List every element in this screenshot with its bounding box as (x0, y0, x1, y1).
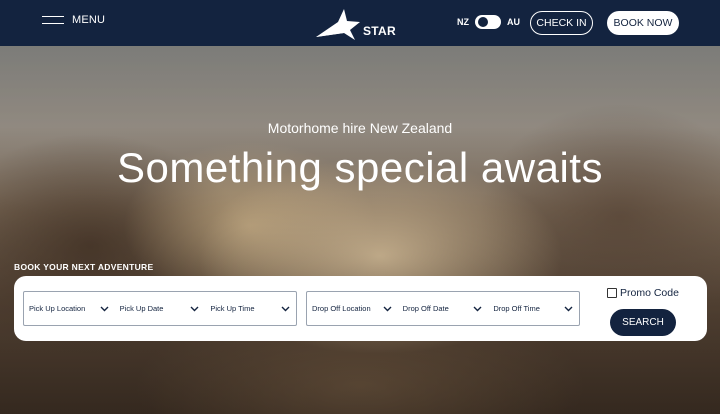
pickup-date-select[interactable]: Pick Up Date (115, 292, 206, 325)
pickup-time-label: Pick Up Time (210, 304, 255, 313)
region-switch: NZ AU (457, 15, 520, 29)
toggle-knob (478, 17, 488, 27)
logo-text: STAR (363, 24, 396, 38)
pickup-field-group: Pick Up Location Pick Up Date Pick Up Ti… (23, 291, 297, 326)
star-logo[interactable]: STAR (314, 8, 396, 40)
top-nav-bar: MENU STAR NZ AU CHECK IN BOOK NOW (0, 0, 720, 46)
chevron-down-icon (473, 306, 482, 311)
check-in-button[interactable]: CHECK IN (530, 11, 593, 35)
booking-widget: Pick Up Location Pick Up Date Pick Up Ti… (14, 276, 707, 341)
hero-section: Motorhome hire New Zealand Something spe… (0, 46, 720, 414)
hero-background-image (0, 46, 720, 414)
pickup-location-label: Pick Up Location (29, 304, 86, 313)
dropoff-time-select[interactable]: Drop Off Time (488, 292, 579, 325)
dropoff-date-select[interactable]: Drop Off Date (398, 292, 489, 325)
search-button[interactable]: SEARCH (610, 309, 676, 336)
dropoff-location-label: Drop Off Location (312, 304, 371, 313)
promo-code-toggle[interactable]: Promo Code (607, 287, 679, 299)
region-au-label: AU (507, 17, 520, 27)
chevron-down-icon (281, 306, 290, 311)
region-nz-label: NZ (457, 17, 469, 27)
dropoff-field-group: Drop Off Location Drop Off Date Drop Off… (306, 291, 580, 326)
hero-title: Something special awaits (117, 144, 603, 191)
hero-subtitle: Motorhome hire New Zealand (267, 120, 453, 136)
dropoff-date-label: Drop Off Date (402, 304, 449, 313)
menu-button[interactable]: MENU (42, 14, 105, 26)
hamburger-icon (42, 15, 64, 25)
dropoff-time-label: Drop Off Time (493, 304, 540, 313)
checkbox-icon[interactable] (607, 288, 617, 298)
pickup-location-select[interactable]: Pick Up Location (24, 292, 115, 325)
chevron-down-icon (564, 306, 573, 311)
book-now-button[interactable]: BOOK NOW (607, 11, 679, 35)
region-toggle[interactable] (475, 15, 501, 29)
promo-code-label: Promo Code (620, 287, 679, 299)
dropoff-location-select[interactable]: Drop Off Location (307, 292, 398, 325)
chevron-down-icon (383, 306, 392, 311)
pickup-date-label: Pick Up Date (119, 304, 164, 313)
booking-section-label: BOOK YOUR NEXT ADVENTURE (14, 262, 154, 272)
menu-label: MENU (72, 14, 106, 26)
chevron-down-icon (190, 306, 199, 311)
pickup-time-select[interactable]: Pick Up Time (205, 292, 296, 325)
chevron-down-icon (100, 306, 109, 311)
